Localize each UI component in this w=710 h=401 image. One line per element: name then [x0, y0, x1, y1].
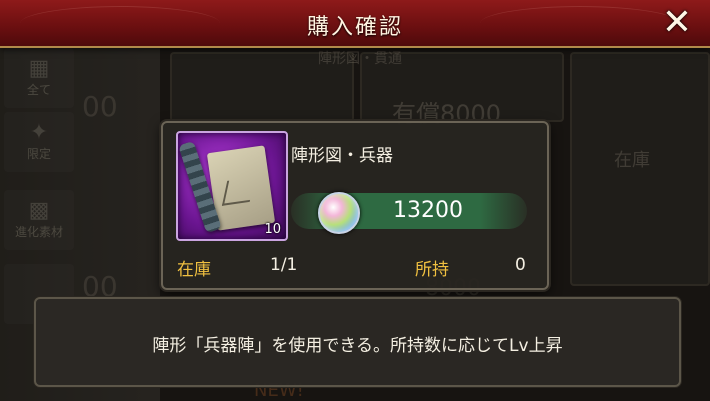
item-count: 10 — [264, 222, 281, 237]
close-x-icon: ✕ — [661, 2, 693, 43]
item-name: 陣形図・兵器 — [291, 146, 393, 166]
close-button[interactable]: ✕ — [658, 4, 696, 42]
item-description: 陣形「兵器陣」を使用できる。所持数に応じてLv上昇 — [152, 336, 563, 356]
item-price: 13200 — [393, 198, 463, 223]
owned-label: 所持 — [415, 260, 449, 280]
purchase-dialog: 10 陣形図・兵器 13200 在庫 1/1 所持 0 — [161, 121, 549, 290]
header-bar: 購入確認 ✕ — [0, 0, 710, 48]
rainbow-gem-icon — [318, 192, 360, 234]
item-description-box: 陣形「兵器陣」を使用できる。所持数に応じてLv上昇 — [34, 297, 681, 387]
page-title: 購入確認 — [306, 15, 403, 40]
stock-value: 1/1 — [270, 255, 298, 275]
owned-value: 0 — [515, 255, 526, 275]
item-icon-frame: 10 — [176, 131, 288, 241]
stock-label: 在庫 — [177, 260, 211, 280]
